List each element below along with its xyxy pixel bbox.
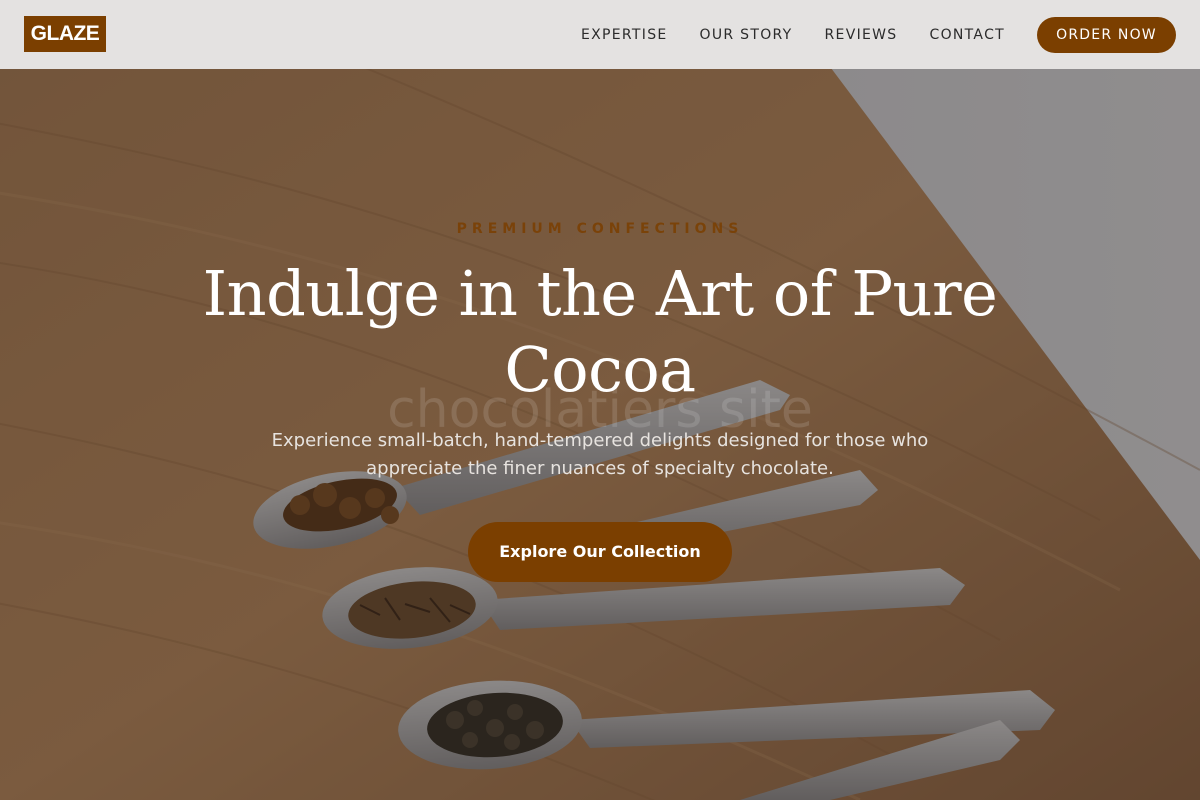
hero-eyebrow: PREMIUM CONFECTIONS (456, 221, 744, 237)
nav-link-contact[interactable]: CONTACT (930, 27, 1006, 43)
hero-section: PREMIUM CONFECTIONS Indulge in the Art o… (0, 0, 1200, 800)
brand-logo[interactable]: GLAZE (24, 16, 106, 52)
nav-link-our-story[interactable]: OUR STORY (700, 27, 793, 43)
main-nav: EXPERTISE OUR STORY REVIEWS CONTACT ORDE… (581, 0, 1176, 69)
explore-collection-button[interactable]: Explore Our Collection (468, 522, 732, 582)
site-header: GLAZE EXPERTISE OUR STORY REVIEWS CONTAC… (0, 0, 1200, 69)
hero-subtitle: Experience small-batch, hand-tempered de… (271, 430, 929, 479)
order-now-button[interactable]: ORDER NOW (1037, 16, 1176, 53)
page: GLAZE EXPERTISE OUR STORY REVIEWS CONTAC… (0, 0, 1200, 800)
nav-link-expertise[interactable]: EXPERTISE (581, 27, 668, 43)
nav-link-reviews[interactable]: REVIEWS (825, 27, 898, 43)
